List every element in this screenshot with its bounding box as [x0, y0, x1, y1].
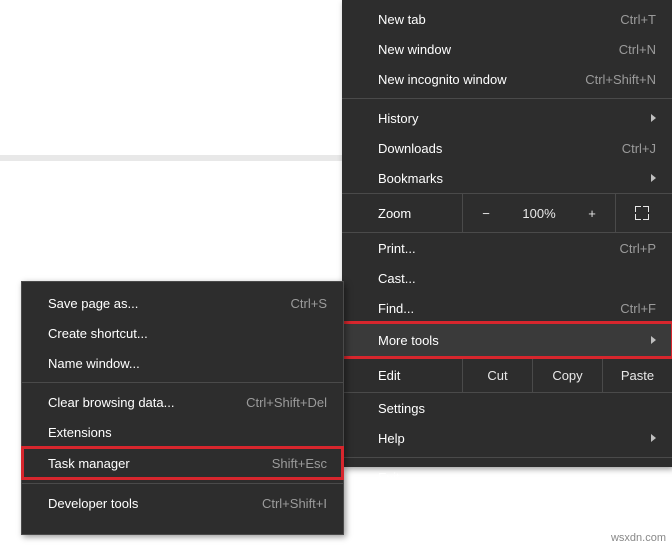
- menu-item-shortcut: Ctrl+F: [620, 301, 656, 316]
- menu-item-label: Clear browsing data...: [48, 395, 174, 410]
- menu-item-label: Exit: [378, 470, 400, 485]
- menu-item-exit[interactable]: Exit: [342, 462, 672, 492]
- menu-item-label: Print...: [378, 241, 416, 256]
- zoom-in-button[interactable]: +: [569, 194, 615, 232]
- fullscreen-button[interactable]: [615, 194, 668, 232]
- edit-paste-button[interactable]: Paste: [602, 358, 672, 392]
- edit-label: Edit: [342, 368, 462, 383]
- menu-item-settings[interactable]: Settings: [342, 393, 672, 423]
- menu-item-print[interactable]: Print... Ctrl+P: [342, 233, 672, 263]
- chevron-right-icon: [651, 434, 656, 442]
- background-strip: [0, 155, 342, 161]
- edit-cut-button[interactable]: Cut: [462, 358, 532, 392]
- menu-item-label: New tab: [378, 12, 426, 27]
- menu-item-label: Cast...: [378, 271, 416, 286]
- menu-item-label: Settings: [378, 401, 425, 416]
- zoom-label: Zoom: [342, 206, 462, 221]
- menu-item-label: Find...: [378, 301, 414, 316]
- main-context-menu: New tab Ctrl+T New window Ctrl+N New inc…: [342, 0, 672, 467]
- menu-item-downloads[interactable]: Downloads Ctrl+J: [342, 133, 672, 163]
- menu-item-label: Create shortcut...: [48, 326, 148, 341]
- chevron-right-icon: [651, 174, 656, 182]
- menu-item-label: Bookmarks: [378, 171, 443, 186]
- chevron-right-icon: [651, 336, 656, 344]
- menu-item-shortcut: Ctrl+P: [620, 241, 656, 256]
- menu-item-label: Name window...: [48, 356, 140, 371]
- menu-item-edit: Edit Cut Copy Paste: [342, 357, 672, 393]
- fullscreen-icon: [635, 206, 649, 220]
- submenu-item-developer-tools[interactable]: Developer tools Ctrl+Shift+I: [22, 488, 343, 518]
- zoom-level: 100%: [509, 194, 569, 232]
- menu-item-label: Task manager: [48, 456, 130, 471]
- menu-item-zoom: Zoom − 100% +: [342, 193, 672, 233]
- menu-item-shortcut: Ctrl+N: [619, 42, 656, 57]
- menu-item-more-tools[interactable]: More tools: [342, 323, 672, 357]
- submenu-item-extensions[interactable]: Extensions: [22, 417, 343, 447]
- menu-item-label: New incognito window: [378, 72, 507, 87]
- submenu-item-clear-browsing[interactable]: Clear browsing data... Ctrl+Shift+Del: [22, 387, 343, 417]
- chevron-right-icon: [651, 114, 656, 122]
- menu-item-label: Extensions: [48, 425, 112, 440]
- watermark-text: wsxdn.com: [611, 532, 666, 544]
- menu-item-new-incognito[interactable]: New incognito window Ctrl+Shift+N: [342, 64, 672, 94]
- menu-item-find[interactable]: Find... Ctrl+F: [342, 293, 672, 323]
- zoom-out-button[interactable]: −: [462, 194, 509, 232]
- menu-item-history[interactable]: History: [342, 103, 672, 133]
- menu-item-label: Developer tools: [48, 496, 138, 511]
- menu-separator: [22, 382, 343, 383]
- menu-item-label: Help: [378, 431, 405, 446]
- menu-separator: [22, 483, 343, 484]
- submenu-item-name-window[interactable]: Name window...: [22, 348, 343, 378]
- menu-item-new-window[interactable]: New window Ctrl+N: [342, 34, 672, 64]
- edit-copy-button[interactable]: Copy: [532, 358, 602, 392]
- menu-separator: [342, 98, 672, 99]
- menu-item-label: More tools: [378, 333, 439, 348]
- submenu-item-save-page[interactable]: Save page as... Ctrl+S: [22, 288, 343, 318]
- menu-item-label: Save page as...: [48, 296, 138, 311]
- menu-item-shortcut: Shift+Esc: [272, 456, 327, 471]
- menu-item-new-tab[interactable]: New tab Ctrl+T: [342, 4, 672, 34]
- menu-item-cast[interactable]: Cast...: [342, 263, 672, 293]
- menu-item-shortcut: Ctrl+Shift+I: [262, 496, 327, 511]
- submenu-item-create-shortcut[interactable]: Create shortcut...: [22, 318, 343, 348]
- menu-item-label: New window: [378, 42, 451, 57]
- menu-item-shortcut: Ctrl+T: [620, 12, 656, 27]
- menu-item-shortcut: Ctrl+S: [291, 296, 327, 311]
- menu-separator: [342, 457, 672, 458]
- menu-item-shortcut: Ctrl+J: [622, 141, 656, 156]
- menu-item-shortcut: Ctrl+Shift+Del: [246, 395, 327, 410]
- menu-item-label: History: [378, 111, 418, 126]
- menu-item-label: Downloads: [378, 141, 442, 156]
- menu-item-shortcut: Ctrl+Shift+N: [585, 72, 656, 87]
- menu-item-bookmarks[interactable]: Bookmarks: [342, 163, 672, 193]
- more-tools-submenu: Save page as... Ctrl+S Create shortcut..…: [21, 281, 344, 535]
- menu-item-help[interactable]: Help: [342, 423, 672, 453]
- submenu-item-task-manager[interactable]: Task manager Shift+Esc: [22, 447, 343, 479]
